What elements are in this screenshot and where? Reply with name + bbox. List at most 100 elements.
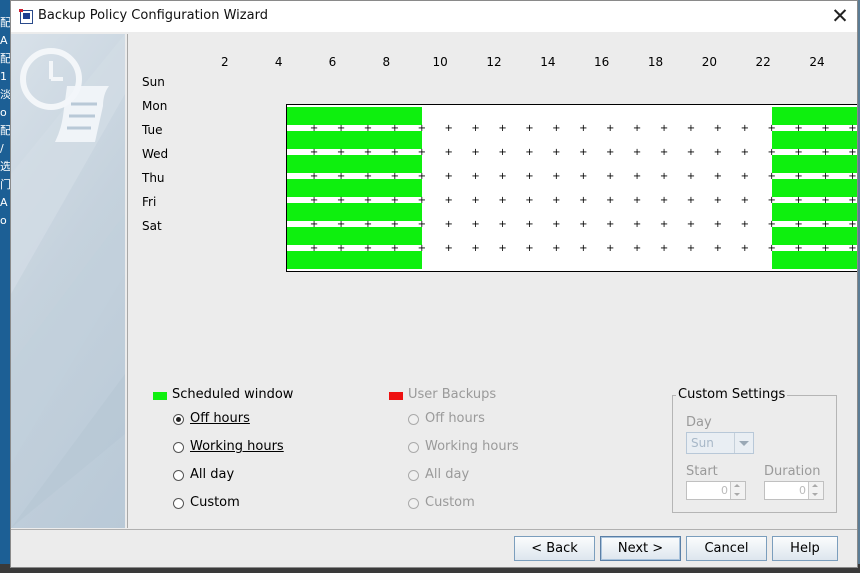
grid-tick: + [390,195,400,206]
grid-tick: + [417,195,426,206]
grid-tick: + [767,171,776,182]
grid-tick: + [552,195,561,206]
scheduled-custom-radio[interactable] [173,498,184,509]
grid-tick: + [848,171,857,182]
user-all-day-radio[interactable] [408,470,419,481]
scheduled-all-day-radio[interactable] [173,470,184,481]
start-spinner[interactable]: 0 [686,481,746,500]
scheduled-block[interactable] [287,203,422,221]
scheduled-block[interactable] [287,107,422,125]
arrow-up-icon[interactable] [734,484,740,487]
scheduled-block[interactable] [287,179,422,197]
grid-tick: + [767,243,776,254]
grid-tick: + [606,171,615,182]
scheduled-off-hours-label[interactable]: Off hours [190,411,250,426]
grid-tick: + [767,195,776,206]
schedule-grid[interactable]: + + + + + + + + + + + + + + + + + + + + + + + + + + + + + + + + + + + + + + + +… [286,104,857,272]
close-button[interactable]: ✕ [827,3,853,29]
grid-tick: + [309,147,319,158]
grid-tick: + [821,195,830,206]
grid-tick: + [417,147,426,158]
grid-tick: + [525,147,534,158]
grid-tick: + [848,195,857,206]
scheduled-block[interactable] [771,107,857,125]
app-icon [19,9,33,24]
scheduled-window-swatch [153,392,167,400]
grid-tick: + [659,123,669,134]
grid-tick: + [309,171,319,182]
grid-tick: + [363,195,373,206]
arrow-down-icon[interactable] [812,493,818,496]
day-combobox-value: Sun [691,436,714,450]
scheduled-block[interactable] [287,131,422,149]
scheduled-block[interactable] [287,227,422,245]
grid-tick: + [390,243,400,254]
grid-tick: + [713,243,723,254]
scheduled-working-hours-radio[interactable] [173,442,184,453]
user-off-hours-label[interactable]: Off hours [425,411,485,426]
grid-tick: + [498,171,507,182]
hour-label: 16 [594,55,610,69]
grid-tick: + [525,171,534,182]
cancel-button[interactable]: Cancel [686,536,767,561]
chevron-down-icon[interactable] [734,433,753,453]
grid-tick: + [659,195,669,206]
user-custom-radio[interactable] [408,498,419,509]
start-value: 0 [721,484,728,497]
start-spinner-buttons[interactable] [730,482,745,499]
scheduled-block[interactable] [771,131,857,149]
scheduled-working-hours-label[interactable]: Working hours [190,439,284,454]
grid-tick: + [363,243,373,254]
day-label: Sat [142,219,162,233]
scheduled-off-hours-radio[interactable] [173,414,184,425]
help-button[interactable]: Help [772,536,838,561]
scheduled-custom-label[interactable]: Custom [190,495,240,510]
duration-spinner[interactable]: 0 [764,481,824,500]
user-working-hours-label[interactable]: Working hours [425,439,519,454]
day-label: Wed [142,147,169,161]
grid-tick: + [686,147,696,158]
arrow-down-icon[interactable] [734,493,740,496]
scheduled-block[interactable] [771,227,857,245]
grid-tick: + [740,195,749,206]
duration-spinner-buttons[interactable] [808,482,823,499]
duration-label: Duration [764,464,821,479]
desktop-background-text: 配 A 配 1 淡 o 配 / 选 门 A o [0,16,10,227]
scheduled-block[interactable] [771,203,857,221]
user-off-hours-radio[interactable] [408,414,419,425]
scheduled-block[interactable] [771,179,857,197]
grid-tick: + [471,147,480,158]
grid-tick: + [767,219,776,230]
grid-tick: + [336,147,346,158]
hour-label: 8 [382,55,391,69]
scheduled-block[interactable] [287,155,422,173]
wizard-window: Backup Policy Configuration Wizard ✕ 246… [10,0,858,568]
wizard-side-banner [11,34,125,528]
grid-tick: + [686,195,696,206]
grid-tick: + [632,147,642,158]
grid-tick: + [740,147,749,158]
grid-tick: + [444,171,453,182]
title-bar[interactable]: Backup Policy Configuration Wizard ✕ [11,1,857,32]
grid-tick: + [606,195,615,206]
grid-tick: + [821,219,830,230]
scheduled-block[interactable] [771,251,857,269]
scheduled-all-day-label[interactable]: All day [190,467,234,482]
scheduled-block[interactable] [771,155,857,173]
next-button[interactable]: Next > [600,536,681,561]
grid-tick: + [848,219,857,230]
grid-tick: + [363,123,373,134]
day-combobox[interactable]: Sun [686,432,754,454]
grid-tick: + [471,195,480,206]
grid-tick: + [740,243,749,254]
arrow-up-icon[interactable] [812,484,818,487]
user-custom-label[interactable]: Custom [425,495,475,510]
scheduled-block[interactable] [287,251,422,269]
user-working-hours-radio[interactable] [408,442,419,453]
grid-tick: + [794,147,803,158]
user-all-day-label[interactable]: All day [425,467,469,482]
back-button[interactable]: < Back [514,536,595,561]
grid-tick: + [552,219,561,230]
grid-tick: + [794,219,803,230]
grid-tick: + [659,147,669,158]
